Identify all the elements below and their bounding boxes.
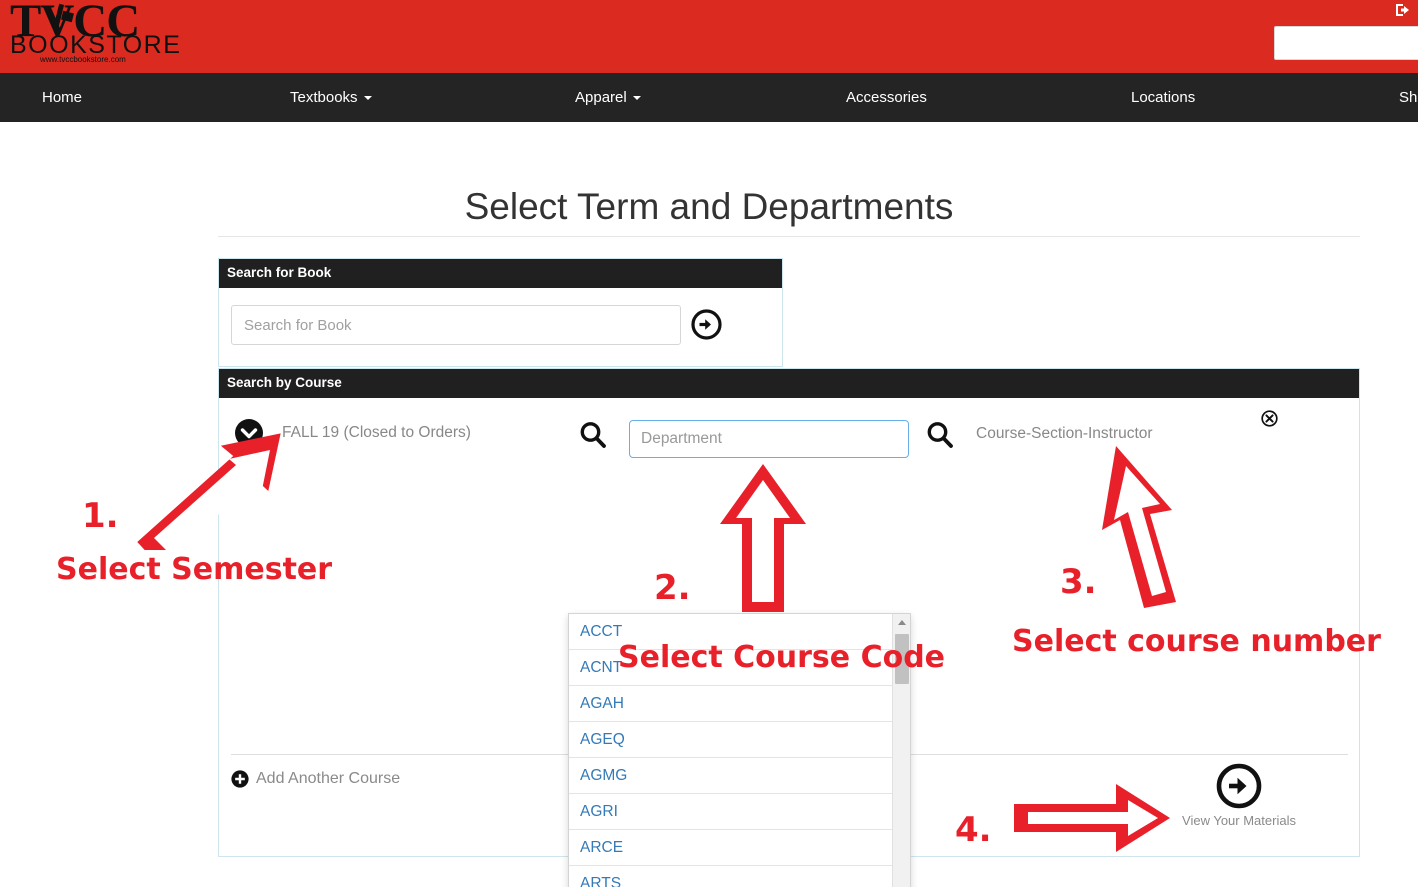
nav-list: Home Textbooks Apparel Accessories Locat…	[0, 73, 1418, 122]
plus-circle-icon	[231, 770, 249, 788]
book-search-submit-button[interactable]	[691, 309, 722, 340]
list-item[interactable]: ARTS	[569, 866, 894, 887]
book-search-input[interactable]	[231, 305, 681, 345]
site-header: TVCC BOOKSTORE www.tvccbookstore.com	[0, 0, 1418, 73]
nav-item-apparel[interactable]: Apparel	[575, 73, 641, 122]
department-magnifier-icon[interactable]	[577, 419, 609, 451]
course-row: FALL 19 (Closed to Orders) Department Co…	[219, 398, 1359, 458]
nav-label-home: Home	[42, 89, 83, 106]
page-root: TVCC BOOKSTORE www.tvccbookstore.com Hom…	[0, 0, 1418, 887]
search-by-course-body: FALL 19 (Closed to Orders) Department Co…	[219, 398, 1359, 887]
chevron-down-icon	[632, 95, 641, 100]
scrollbar-thumb[interactable]	[895, 634, 909, 684]
nav-item-home[interactable]: Home	[42, 73, 82, 122]
triangle-up-icon[interactable]	[893, 614, 910, 631]
sign-in-icon[interactable]	[1394, 2, 1412, 18]
nav-label-textbooks: Textbooks	[290, 89, 358, 106]
department-option-list: ACCT ACNT AGAH AGEQ AGMG AGRI ARCE ARTS	[569, 614, 894, 887]
list-item[interactable]: AGAH	[569, 686, 894, 722]
list-item[interactable]: ACNT	[569, 650, 894, 686]
nav-label-apparel: Apparel	[575, 89, 627, 106]
search-for-book-header: Search for Book	[219, 259, 782, 288]
list-item[interactable]: AGRI	[569, 794, 894, 830]
list-item[interactable]: AGMG	[569, 758, 894, 794]
list-item[interactable]: ARCE	[569, 830, 894, 866]
arrow-right-circle-icon	[1216, 763, 1262, 809]
course-section-magnifier-icon[interactable]	[924, 419, 956, 451]
view-your-materials-button[interactable]: View Your Materials	[1169, 763, 1309, 828]
site-logo[interactable]: TVCC BOOKSTORE www.tvccbookstore.com	[10, 0, 270, 68]
add-another-course-label: Add Another Course	[256, 770, 401, 787]
dropdown-scrollbar[interactable]	[892, 614, 910, 887]
search-by-course-header: Search by Course	[219, 369, 1359, 398]
nav-item-locations[interactable]: Locations	[1131, 73, 1195, 122]
list-item[interactable]: AGEQ	[569, 722, 894, 758]
add-another-course-button[interactable]: Add Another Course	[231, 770, 400, 788]
nav-label-shop: Sh	[1399, 89, 1418, 106]
chevron-down-circle-icon[interactable]	[234, 418, 264, 448]
title-divider	[218, 236, 1360, 237]
department-dropdown: ACCT ACNT AGAH AGEQ AGMG AGRI ARCE ARTS	[568, 613, 911, 887]
department-input[interactable]	[629, 420, 909, 458]
nav-item-shop[interactable]: Sh	[1399, 73, 1417, 122]
view-your-materials-label: View Your Materials	[1182, 813, 1296, 828]
list-item[interactable]: ACCT	[569, 614, 894, 650]
page-title: Select Term and Departments	[464, 186, 954, 227]
nav-label-accessories: Accessories	[846, 89, 927, 106]
remove-circle-x-icon[interactable]	[1261, 410, 1278, 427]
nav-item-textbooks[interactable]: Textbooks	[290, 73, 372, 122]
nav-label-locations: Locations	[1131, 89, 1196, 106]
term-selector-label[interactable]: FALL 19 (Closed to Orders)	[282, 424, 471, 442]
main-navigation: Home Textbooks Apparel Accessories Locat…	[0, 73, 1418, 122]
header-search-input[interactable]	[1274, 26, 1418, 60]
search-for-book-body	[219, 288, 782, 366]
logo-sub-wrap: BOOKSTORE www.tvccbookstore.com	[10, 33, 270, 64]
nav-item-accessories[interactable]: Accessories	[846, 73, 927, 122]
search-for-book-panel: Search for Book	[218, 258, 783, 367]
search-by-course-panel: Search by Course FALL 19 (Closed to Orde…	[218, 368, 1360, 887]
course-section-instructor-label[interactable]: Course-Section-Instructor	[976, 425, 1153, 443]
chevron-down-icon	[363, 95, 372, 100]
main-content: Select Term and Departments Search for B…	[0, 122, 1418, 887]
